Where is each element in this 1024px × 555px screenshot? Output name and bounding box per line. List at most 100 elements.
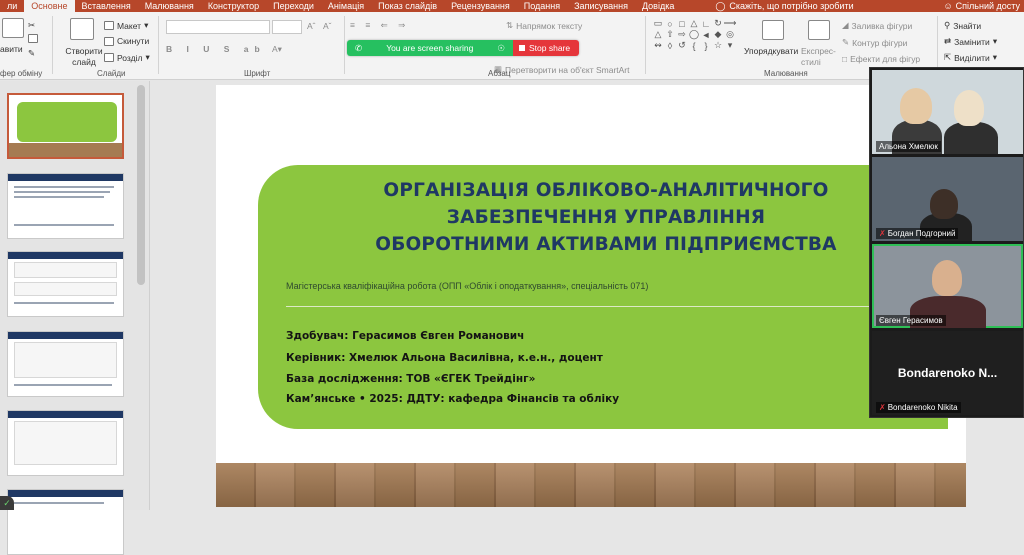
shape-outline-label: Контур фігури: [852, 37, 908, 48]
stop-share-button[interactable]: Stop share: [513, 40, 579, 56]
tell-me-box[interactable]: ◯ Скажіть, що потрібно зробити: [715, 1, 853, 12]
shape-fill-button[interactable]: ◢ Заливка фігури: [842, 20, 912, 31]
format-painter-icon[interactable]: ✎: [28, 48, 35, 59]
tab-transitions[interactable]: Переходи: [266, 0, 321, 12]
slide-thumbnail-3[interactable]: [7, 251, 124, 317]
smartart-button[interactable]: ▦ Перетворити на об'єкт SmartArt: [494, 64, 630, 75]
thumbnail-header: [8, 174, 123, 181]
slide-title[interactable]: ОРГАНІЗАЦІЯ ОБЛІКОВО-АНАЛІТИЧНОГО ЗАБЕЗП…: [306, 177, 906, 258]
tab-design[interactable]: Конструктор: [201, 0, 266, 12]
reset-icon: [104, 36, 114, 46]
slide-thumbnail-5[interactable]: [7, 410, 124, 476]
participant-tile-3[interactable]: Євген Герасимов: [872, 244, 1023, 328]
participant-video: [930, 189, 958, 219]
shapes-gallery[interactable]: ▭ ○ □ △ ∟ ↻ ⟶ △ ⇧ ⇨ ◯ ◄ ◆ ◎ ↭ ◊ ↺{} ☆ ▾: [652, 18, 738, 64]
thumbnail-text-line: [14, 191, 110, 193]
quick-styles-icon[interactable]: [808, 20, 830, 40]
font-color-icon[interactable]: A▾: [272, 44, 282, 55]
increase-font-icon[interactable]: Aˆ: [307, 21, 316, 31]
research-base-line[interactable]: База дослідження: ТОВ «ЄГЕК Трейдінг»: [286, 373, 535, 385]
layout-button[interactable]: Макет ▾: [104, 20, 148, 31]
slide-thumbnail-1[interactable]: [7, 93, 124, 159]
tab-insert[interactable]: Вставлення: [75, 0, 138, 12]
shape-effects-label: Ефекти для фігур: [850, 54, 921, 64]
arrange-button[interactable]: Упорядкувати: [744, 46, 798, 56]
thumbnail-box: [14, 421, 117, 465]
replace-icon: ⇄: [944, 36, 952, 46]
slide-thumbnail-2[interactable]: [7, 173, 124, 239]
new-slide-button[interactable]: Створити слайд: [62, 46, 106, 68]
participant-tile-4[interactable]: Bondarenoko N... ✗ Bondarenoko Nikita: [872, 331, 1023, 415]
tab-view[interactable]: Подання: [517, 0, 567, 12]
wood-floor-image: [216, 463, 966, 507]
thumbnail-text-line: [14, 302, 114, 304]
font-format-icons[interactable]: B I U S ab: [166, 44, 266, 54]
tab-recording[interactable]: Записування: [567, 0, 635, 12]
shape-outline-button[interactable]: ✎ Контур фігури: [842, 37, 907, 48]
slide-thumbnail-6[interactable]: [7, 489, 124, 555]
thumbnail-floor: [9, 143, 122, 157]
find-button[interactable]: ⚲ Знайти: [944, 20, 981, 31]
thumbnail-scrollbar[interactable]: [137, 85, 145, 285]
cut-icon[interactable]: ✂: [28, 20, 35, 31]
tab-review[interactable]: Рецензування: [444, 0, 517, 12]
tab-file[interactable]: ли: [0, 0, 24, 12]
arrange-icon[interactable]: [762, 20, 784, 40]
screen-share-status[interactable]: ✆ You are screen sharing ☉: [347, 40, 513, 56]
muted-mic-icon: ✗: [879, 229, 886, 238]
replace-label: Замінити: [954, 36, 990, 47]
paragraph-group-label: Абзац: [488, 69, 511, 78]
share-button[interactable]: ☺ Спільний досту: [943, 0, 1020, 12]
section-button[interactable]: Розділ ▾: [104, 52, 150, 63]
group-separator: [344, 16, 345, 74]
slide-thumbnail-pane[interactable]: [0, 81, 150, 555]
supervisor-line[interactable]: Керівник: Хмелюк Альона Василівна, к.е.н…: [286, 352, 603, 364]
status-icon[interactable]: ✓: [0, 496, 14, 510]
participant-name: Євген Герасимов: [876, 315, 946, 326]
reset-label: Скинути: [117, 36, 150, 46]
thumbnail-box: [14, 342, 117, 378]
tab-slideshow[interactable]: Показ слайдів: [371, 0, 444, 12]
place-year-line[interactable]: Кам’янське • 2025: ДДТУ: кафедра Фінансі…: [286, 393, 619, 405]
tab-draw[interactable]: Малювання: [138, 0, 201, 12]
reset-button[interactable]: Скинути: [104, 36, 149, 46]
participant-tile-2[interactable]: ✗ Богдан Подгорний: [872, 157, 1023, 241]
layout-label: Макет: [117, 20, 142, 31]
drawing-group-label: Малювання: [764, 69, 808, 78]
tab-home[interactable]: Основне: [24, 0, 75, 12]
select-button[interactable]: ⇱ Виділити ▾: [944, 52, 997, 63]
student-line[interactable]: Здобувач: Герасимов Євген Романович: [286, 330, 524, 342]
quick-styles-button[interactable]: Експрес-стилі: [801, 46, 837, 68]
copy-icon[interactable]: [28, 34, 38, 43]
font-size-dropdown[interactable]: [272, 20, 302, 34]
decrease-font-icon[interactable]: Aˇ: [323, 21, 332, 31]
replace-button[interactable]: ⇄ Замінити ▾: [944, 36, 997, 47]
muted-mic-icon: ✗: [879, 403, 886, 412]
paste-icon[interactable]: [2, 18, 24, 38]
chevron-down-icon: ▾: [144, 20, 149, 30]
search-icon: ⚲: [944, 20, 951, 30]
chevron-down-icon: ▾: [992, 36, 998, 46]
font-name-dropdown[interactable]: [166, 20, 270, 34]
list-icons[interactable]: ≡ ≡ ⇐ ⇒: [350, 20, 409, 31]
thumbnail-text-line: [14, 186, 114, 188]
new-slide-icon[interactable]: [70, 18, 94, 40]
text-direction-icon: ⇅: [506, 20, 514, 30]
tab-help[interactable]: Довідка: [635, 0, 681, 12]
lightbulb-icon: ◯: [715, 0, 726, 11]
slide-thumbnail-4[interactable]: [7, 331, 124, 397]
screen-share-status-text: You are screen sharing: [386, 43, 474, 53]
chevron-down-icon: ▾: [992, 52, 998, 62]
slide-subtitle[interactable]: Магістерська кваліфікаційна робота (ОПП …: [286, 281, 648, 291]
group-separator: [52, 16, 53, 74]
current-slide[interactable]: ОРГАНІЗАЦІЯ ОБЛІКОВО-АНАЛІТИЧНОГО ЗАБЕЗП…: [216, 85, 966, 507]
select-label: Виділити: [954, 52, 990, 63]
paste-button[interactable]: авити: [0, 44, 23, 54]
shape-fill-label: Заливка фігури: [851, 20, 913, 31]
tab-animations[interactable]: Анімація: [321, 0, 371, 12]
text-direction-button[interactable]: ⇅ Напрямок тексту: [506, 20, 582, 31]
font-group-label: Шрифт: [244, 69, 271, 78]
participant-tile-1[interactable]: Альона Хмелюк: [872, 70, 1023, 154]
slide-title-line: ОБОРОТНИМИ АКТИВАМИ ПІДПРИЄМСТВА: [375, 234, 837, 255]
shape-effects-button[interactable]: □ Ефекти для фігур: [842, 54, 920, 64]
